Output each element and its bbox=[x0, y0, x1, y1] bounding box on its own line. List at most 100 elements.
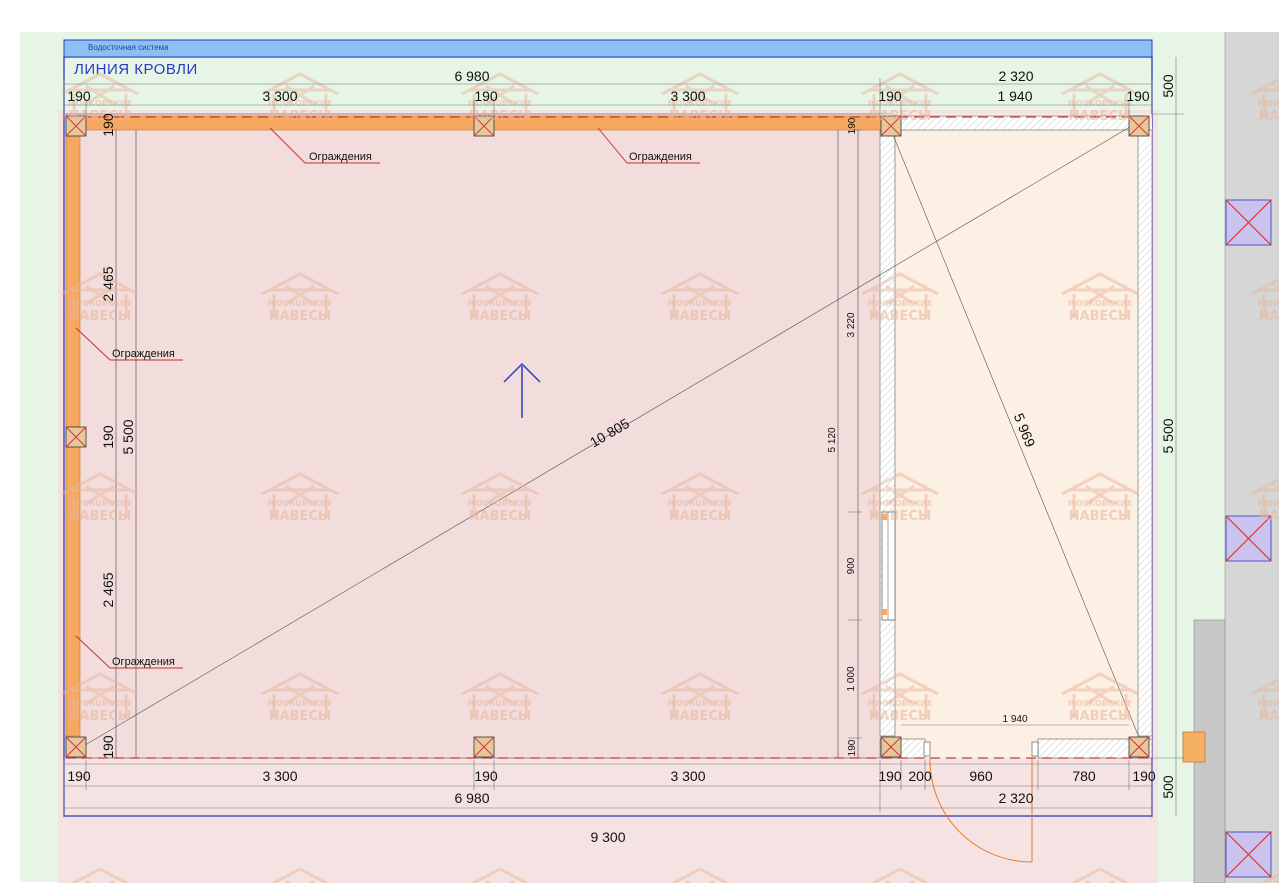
dim-wall-190-top: 190 bbox=[847, 117, 858, 134]
fence-label: Ограждения bbox=[112, 348, 175, 360]
dim-left-190-bottom: 190 bbox=[100, 735, 116, 759]
dim-left-half-bottom: 2 465 bbox=[100, 572, 116, 607]
fence-label: Ограждения bbox=[112, 656, 175, 668]
dim-left-half-top: 2 465 bbox=[100, 266, 116, 301]
dim-left-190-top: 190 bbox=[100, 113, 116, 137]
watermark-line1: МОСКОВСКИЕ bbox=[868, 299, 933, 308]
dim-bottom-room: 2 320 bbox=[998, 790, 1033, 806]
watermark-line1: МОСКОВСКИЕ bbox=[668, 499, 733, 508]
watermark-line1: МОСКОВСКИЕ bbox=[268, 299, 333, 308]
watermark-line1: МОСКОВСКИЕ bbox=[668, 699, 733, 708]
watermark-line1: МОСКОВСКИЕ bbox=[1258, 99, 1279, 108]
watermark-line2: НАВЕСЫ bbox=[269, 709, 332, 724]
watermark-line1: МОСКОВСКИЕ bbox=[1068, 499, 1133, 508]
watermark-line1: МОСКОВСКИЕ bbox=[1068, 299, 1133, 308]
watermark-line1: МОСКОВСКИЕ bbox=[268, 499, 333, 508]
watermark-line2: НАВЕСЫ bbox=[869, 709, 932, 724]
watermark-line1: МОСКОВСКИЕ bbox=[868, 699, 933, 708]
dim-wall-3220: 3 220 bbox=[846, 312, 857, 337]
dim-top-room-inner: 1 940 bbox=[997, 88, 1032, 104]
watermark-line2: НАВЕСЫ bbox=[469, 509, 532, 524]
dim-left-total: 5 500 bbox=[120, 419, 136, 454]
watermark-line1: МОСКОВСКИЕ bbox=[868, 499, 933, 508]
watermark-line2: НАВЕСЫ bbox=[669, 109, 732, 124]
gutter-bar bbox=[63, 39, 1153, 58]
watermark-line2: НАВЕСЫ bbox=[269, 509, 332, 524]
watermark-line2: НАВЕСЫ bbox=[469, 709, 532, 724]
watermark-line1: МОСКОВСКИЕ bbox=[668, 299, 733, 308]
dim-top-190-d: 190 bbox=[1126, 88, 1150, 104]
dim-bottom-span-a: 3 300 bbox=[262, 768, 297, 784]
dim-right-overhang-top: 500 bbox=[1160, 74, 1176, 98]
room-wall-left bbox=[879, 129, 896, 737]
watermark-line1: МОСКОВСКИЕ bbox=[468, 699, 533, 708]
dim-wall-190-bottom: 190 bbox=[847, 739, 858, 756]
watermark-line2: НАВЕСЫ bbox=[1259, 709, 1279, 724]
watermark-line2: НАВЕСЫ bbox=[1069, 709, 1132, 724]
watermark-line2: НАВЕСЫ bbox=[69, 309, 132, 324]
watermark-line2: НАВЕСЫ bbox=[469, 109, 532, 124]
watermark-line1: МОСКОВСКИЕ bbox=[1068, 699, 1133, 708]
watermark-line2: НАВЕСЫ bbox=[869, 109, 932, 124]
watermark-line2: НАВЕСЫ bbox=[869, 309, 932, 324]
watermark-line2: НАВЕСЫ bbox=[669, 509, 732, 524]
watermark-line1: МОСКОВСКИЕ bbox=[468, 299, 533, 308]
fence-label: Ограждения bbox=[629, 151, 692, 163]
dim-top-overall: 6 980 bbox=[454, 68, 489, 84]
dim-bottom-190-b: 190 bbox=[474, 768, 498, 784]
watermark-line1: МОСКОВСКИЕ bbox=[68, 499, 133, 508]
dim-bottom-overall: 6 980 bbox=[454, 790, 489, 806]
watermark-line1: МОСКОВСКИЕ bbox=[468, 499, 533, 508]
watermark-line2: НАВЕСЫ bbox=[1069, 109, 1132, 124]
watermark-line1: МОСКОВСКИЕ bbox=[68, 699, 133, 708]
drain-box bbox=[1182, 731, 1206, 763]
watermark-line2: НАВЕСЫ bbox=[1259, 109, 1279, 124]
canopy-area bbox=[65, 113, 892, 759]
dim-wall-5120: 5 120 bbox=[827, 427, 838, 452]
watermark-line2: НАВЕСЫ bbox=[269, 309, 332, 324]
dim-wall-1000: 1 000 bbox=[846, 666, 857, 691]
dim-top-span-a: 3 300 bbox=[262, 88, 297, 104]
dim-bottom-190-a: 190 bbox=[67, 768, 91, 784]
gutter-label: Водосточная система bbox=[88, 43, 169, 52]
watermark-line2: НАВЕСЫ bbox=[269, 109, 332, 124]
dim-top-190-b: 190 bbox=[474, 88, 498, 104]
watermark-line1: МОСКОВСКИЕ bbox=[1068, 99, 1133, 108]
watermark-line2: НАВЕСЫ bbox=[869, 509, 932, 524]
watermark-line2: НАВЕСЫ bbox=[1069, 309, 1132, 324]
dim-bottom-190-d: 190 bbox=[1132, 768, 1156, 784]
dim-bottom-960: 960 bbox=[969, 768, 993, 784]
dim-bottom-190-c: 190 bbox=[878, 768, 902, 784]
dim-top-span-b: 3 300 bbox=[670, 88, 705, 104]
watermark-line2: НАВЕСЫ bbox=[669, 709, 732, 724]
room-wall-right bbox=[1137, 129, 1153, 737]
watermark-line2: НАВЕСЫ bbox=[669, 309, 732, 324]
dim-room-inner-bottom: 1 940 bbox=[1002, 714, 1027, 725]
dim-right-total: 5 500 bbox=[1160, 418, 1176, 453]
watermark-line1: МОСКОВСКИЕ bbox=[1258, 499, 1279, 508]
watermark-line1: МОСКОВСКИЕ bbox=[1258, 299, 1279, 308]
watermark-line2: НАВЕСЫ bbox=[69, 509, 132, 524]
fence-label: Ограждения bbox=[309, 151, 372, 163]
watermark-line1: МОСКОВСКИЕ bbox=[268, 699, 333, 708]
watermark-line2: НАВЕСЫ bbox=[469, 309, 532, 324]
watermark-line2: НАВЕСЫ bbox=[1259, 309, 1279, 324]
dim-top-190-c: 190 bbox=[878, 88, 902, 104]
dim-right-overhang-bottom: 500 bbox=[1160, 775, 1176, 799]
dim-bottom-200: 200 bbox=[908, 768, 932, 784]
roof-line-label: ЛИНИЯ КРОВЛИ bbox=[74, 61, 198, 78]
dim-bottom-total: 9 300 bbox=[590, 829, 625, 845]
dim-wall-900: 900 bbox=[846, 557, 857, 574]
watermark-line1: МОСКОВСКИЕ bbox=[1258, 699, 1279, 708]
watermark-line2: НАВЕСЫ bbox=[1069, 509, 1132, 524]
dim-top-room: 2 320 bbox=[998, 68, 1033, 84]
room-window bbox=[881, 511, 896, 621]
dim-top-190-a: 190 bbox=[67, 88, 91, 104]
dim-bottom-780: 780 bbox=[1072, 768, 1096, 784]
dim-bottom-span-b: 3 300 bbox=[670, 768, 705, 784]
sidewalk-strip bbox=[1225, 32, 1279, 883]
watermark-line2: НАВЕСЫ bbox=[69, 709, 132, 724]
dim-left-190-mid: 190 bbox=[100, 425, 116, 449]
floor-plan: Водосточная система ЛИНИЯ КРОВЛИ МОСКОВС… bbox=[0, 0, 1279, 883]
watermark-line2: НАВЕСЫ bbox=[1259, 509, 1279, 524]
